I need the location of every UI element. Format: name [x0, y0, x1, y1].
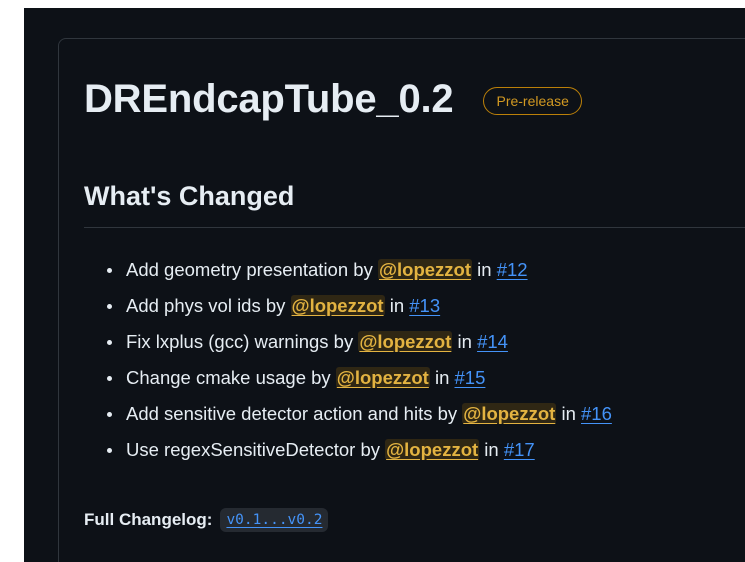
list-item: Fix lxplus (gcc) warnings by @lopezzot i…	[104, 326, 612, 362]
change-text: Change cmake usage by	[126, 367, 336, 388]
in-text: in	[556, 403, 581, 424]
in-text: in	[384, 295, 410, 316]
in-text: in	[429, 367, 455, 388]
pull-request-link[interactable]: #14	[477, 331, 508, 352]
in-text: in	[472, 259, 497, 280]
author-mention-link[interactable]: @lopezzot	[290, 295, 385, 316]
release-title[interactable]: DREndcapTube_0.2	[84, 73, 454, 125]
author-mention-link[interactable]: @lopezzot	[385, 439, 480, 460]
author-mention-link[interactable]: @lopezzot	[335, 367, 430, 388]
in-text: in	[479, 439, 504, 460]
author-mention-link[interactable]: @lopezzot	[462, 403, 557, 424]
changelog-label: Full Changelog:	[84, 510, 213, 529]
pull-request-link[interactable]: #17	[504, 439, 535, 460]
bullet-icon	[107, 304, 112, 309]
pull-request-link[interactable]: #15	[455, 367, 486, 388]
list-item: Change cmake usage by @lopezzot in #15	[104, 362, 612, 398]
pull-request-link[interactable]: #13	[409, 295, 440, 316]
page: DREndcapTube_0.2 Pre-release What's Chan…	[0, 0, 745, 562]
bullet-icon	[107, 412, 112, 417]
full-changelog: Full Changelog: v0.1...v0.2	[84, 508, 329, 532]
compare-link[interactable]: v0.1...v0.2	[220, 508, 329, 532]
section-heading: What's Changed	[84, 181, 295, 211]
release-header: DREndcapTube_0.2 Pre-release	[84, 73, 582, 125]
change-text: Add phys vol ids by	[126, 295, 291, 316]
list-item: Use regexSensitiveDetector by @lopezzot …	[104, 434, 612, 470]
list-item: Add geometry presentation by @lopezzot i…	[104, 254, 612, 290]
bullet-icon	[107, 340, 112, 345]
author-mention-link[interactable]: @lopezzot	[377, 259, 472, 280]
change-text: Use regexSensitiveDetector by	[126, 439, 386, 460]
change-text: Add sensitive detector action and hits b…	[126, 403, 463, 424]
author-mention-link[interactable]: @lopezzot	[358, 331, 453, 352]
pull-request-link[interactable]: #16	[581, 403, 612, 424]
pull-request-link[interactable]: #12	[497, 259, 528, 280]
pre-release-badge: Pre-release	[483, 87, 582, 115]
bullet-icon	[107, 268, 112, 273]
bullet-icon	[107, 376, 112, 381]
change-list: Add geometry presentation by @lopezzot i…	[104, 254, 612, 470]
heading-divider	[84, 227, 745, 228]
change-text: Fix lxplus (gcc) warnings by	[126, 331, 359, 352]
list-item: Add phys vol ids by @lopezzot in #13	[104, 290, 612, 326]
change-text: Add geometry presentation by	[126, 259, 378, 280]
list-item: Add sensitive detector action and hits b…	[104, 398, 612, 434]
bullet-icon	[107, 448, 112, 453]
in-text: in	[452, 331, 478, 352]
